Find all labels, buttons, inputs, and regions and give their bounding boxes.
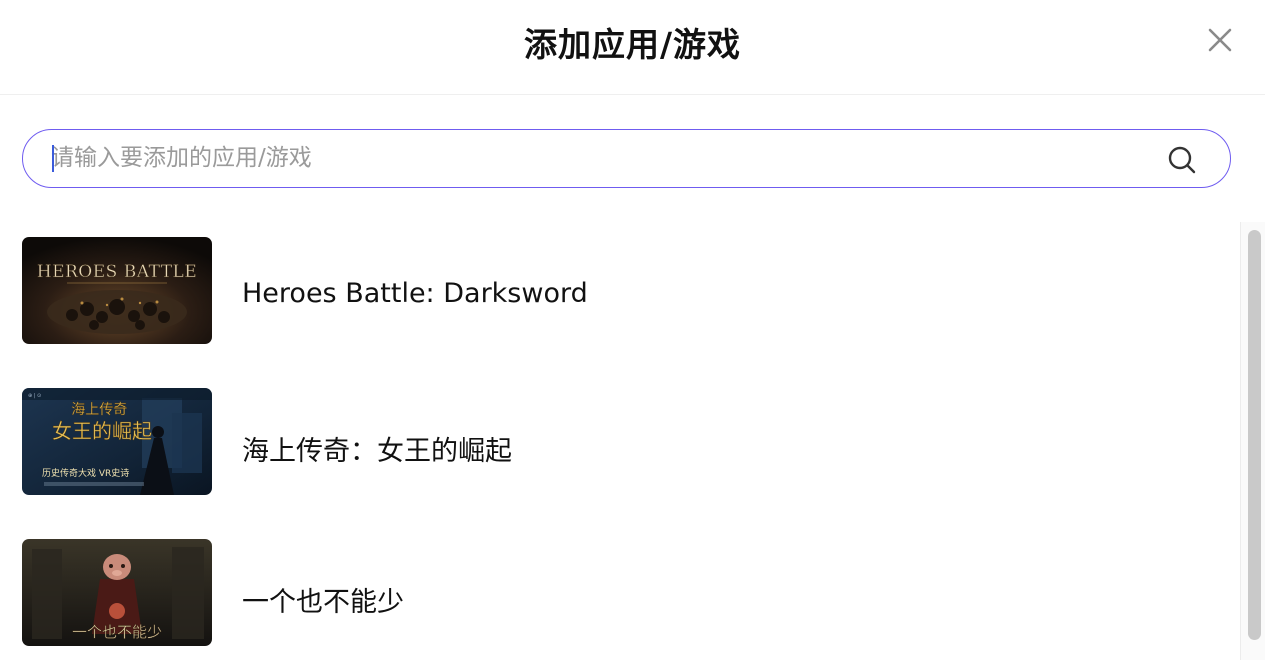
app-thumbnail: ⊕ | ⊙ 海上传奇 女王的崛起 历史传奇大戏 VR史诗: [22, 388, 212, 495]
svg-text:⊕ | ⊙: ⊕ | ⊙: [28, 393, 41, 399]
list-item[interactable]: 一个也不能少 一个也不能少: [0, 524, 1240, 646]
list-item[interactable]: HEROES BATTLE Heroes Battle: Darksword: [0, 222, 1240, 344]
text-caret: [52, 145, 54, 172]
thumbnail-title-text: HEROES BATTLE: [37, 262, 197, 282]
search-box[interactable]: [22, 129, 1231, 188]
app-name: 海上传奇：女王的崛起: [242, 436, 512, 467]
close-icon: [1208, 28, 1232, 52]
app-thumbnail: HEROES BATTLE: [22, 237, 212, 344]
close-button[interactable]: [1200, 20, 1240, 60]
app-name: Heroes Battle: Darksword: [242, 278, 588, 309]
dialog-title: 添加应用/游戏: [523, 25, 742, 64]
scrollbar-thumb[interactable]: [1248, 230, 1261, 640]
scrollbar[interactable]: [1240, 222, 1265, 660]
app-name: 一个也不能少: [242, 587, 404, 618]
thumbnail-title-text: 一个也不能少: [72, 623, 162, 641]
search-icon[interactable]: [1166, 144, 1198, 176]
app-thumbnail: 一个也不能少: [22, 539, 212, 646]
dialog-header: 添加应用/游戏: [0, 0, 1265, 95]
thumbnail-subtitle-text: 历史传奇大戏 VR史诗: [42, 467, 129, 479]
app-list: HEROES BATTLE Heroes Battle: Darksword ⊕…: [0, 222, 1240, 660]
list-item[interactable]: ⊕ | ⊙ 海上传奇 女王的崛起 历史传奇大戏 VR史诗 海上传奇：女王的崛起: [0, 373, 1240, 495]
search-input[interactable]: [51, 140, 1151, 176]
